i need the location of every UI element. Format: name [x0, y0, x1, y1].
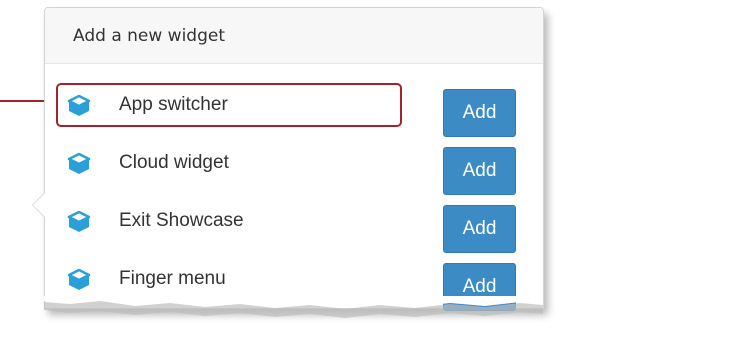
cube-icon — [67, 152, 91, 174]
widget-label: Finger menu — [119, 268, 226, 289]
widget-label: App switcher — [119, 94, 228, 115]
widget-row-exit-showcase: Exit Showcase Add — [45, 189, 543, 253]
add-button[interactable]: Add — [443, 147, 516, 195]
widget-row-app-switcher: App switcher Add — [45, 73, 543, 137]
add-button[interactable]: Add — [443, 205, 516, 253]
popover-title: Add a new widget — [45, 8, 543, 64]
torn-edge — [44, 296, 543, 318]
widget-label: Exit Showcase — [119, 210, 244, 231]
highlight-box — [56, 83, 402, 127]
add-button[interactable]: Add — [443, 89, 516, 137]
cube-icon — [67, 268, 91, 290]
cube-icon — [67, 94, 91, 116]
cube-icon — [67, 210, 91, 232]
widget-label: Cloud widget — [119, 152, 229, 173]
add-widget-popover: Add a new widget App switcher Add Cloud … — [32, 7, 544, 311]
popover-arrow — [32, 192, 45, 218]
widget-row-cloud-widget: Cloud widget Add — [45, 131, 543, 195]
